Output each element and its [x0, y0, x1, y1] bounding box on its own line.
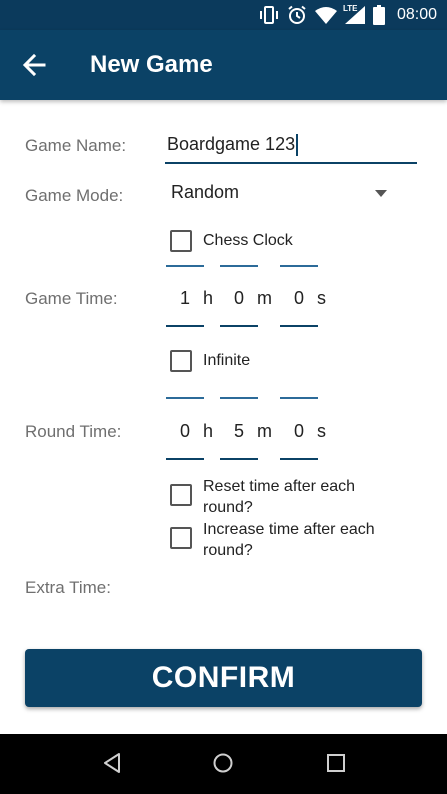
status-time: 08:00 [396, 6, 437, 23]
field-underline [166, 458, 204, 460]
game-mode-dropdown[interactable]: Random [165, 176, 417, 210]
game-name-label: Game Name: [25, 136, 127, 155]
game-time-minutes-unit: m [257, 288, 272, 308]
reset-time-checkbox[interactable] [170, 484, 192, 506]
field-underline [280, 325, 318, 327]
chess-clock-checkbox-row[interactable]: Chess Clock [170, 230, 293, 252]
reset-time-checkbox-row[interactable]: Reset time after each round? [170, 476, 355, 518]
vibrate-icon [259, 6, 279, 24]
wifi-icon [314, 6, 337, 24]
status-bar: LTE 08:00 [0, 0, 447, 30]
app-bar: New Game [0, 30, 447, 100]
round-time-minutes-input[interactable]: 5 [220, 421, 258, 442]
field-underline [280, 265, 318, 267]
arrow-left-icon [18, 53, 52, 84]
chess-clock-checkbox[interactable] [170, 230, 192, 252]
field-underline [220, 397, 258, 399]
field-underline [166, 325, 204, 327]
infinite-label: Infinite [203, 352, 251, 369]
page-title: New Game [90, 51, 213, 78]
field-underline [220, 325, 258, 327]
game-time-hours-unit: h [203, 288, 214, 308]
round-time-seconds-input[interactable]: 0 [280, 421, 318, 442]
increase-time-checkbox[interactable] [170, 527, 192, 549]
reset-time-label-line2: round? [203, 499, 253, 516]
status-icons: LTE 08:00 [259, 0, 437, 30]
infinite-checkbox-row[interactable]: Infinite [170, 350, 250, 372]
increase-time-label-line1: Increase time after each [203, 521, 375, 538]
confirm-button[interactable]: CONFIRM [25, 649, 422, 707]
game-name-field-wrap [165, 128, 421, 164]
game-time-label: Game Time: [25, 289, 118, 308]
network-label: LTE [342, 4, 358, 13]
signal-icon: LTE [342, 4, 365, 24]
game-time-minutes-input[interactable]: 0 [220, 288, 258, 309]
navigation-bar [0, 734, 447, 794]
game-name-input[interactable] [165, 128, 421, 160]
increase-time-label-line2: round? [203, 542, 253, 559]
round-time-hours-input[interactable]: 0 [166, 421, 204, 442]
chess-clock-label: Chess Clock [203, 232, 293, 249]
game-mode-label: Game Mode: [25, 186, 124, 205]
game-time-hours-input[interactable]: 1 [166, 288, 204, 309]
field-underline [220, 265, 258, 267]
infinite-checkbox[interactable] [170, 350, 192, 372]
dropdown-arrow-icon [375, 190, 387, 197]
recents-square-icon[interactable] [326, 752, 346, 779]
field-underline [280, 458, 318, 460]
field-underline [166, 397, 204, 399]
round-time-hours-unit: h [203, 421, 214, 441]
game-time-seconds-unit: s [317, 288, 326, 308]
extra-time-label: Extra Time: [25, 578, 111, 597]
round-time-label: Round Time: [25, 422, 122, 441]
text-caret [296, 134, 298, 156]
home-circle-icon[interactable] [212, 752, 234, 779]
game-mode-value: Random [171, 182, 240, 202]
back-button[interactable] [18, 50, 52, 80]
back-triangle-icon[interactable] [102, 752, 122, 779]
round-time-seconds-unit: s [317, 421, 326, 441]
game-time-seconds-input[interactable]: 0 [280, 288, 318, 309]
increase-time-checkbox-row[interactable]: Increase time after each round? [170, 519, 375, 561]
field-underline [280, 397, 318, 399]
battery-icon [372, 5, 385, 25]
round-time-minutes-unit: m [257, 421, 272, 441]
field-underline [220, 458, 258, 460]
alarm-icon [287, 5, 307, 25]
reset-time-label-line1: Reset time after each [203, 478, 356, 495]
field-underline [166, 265, 204, 267]
